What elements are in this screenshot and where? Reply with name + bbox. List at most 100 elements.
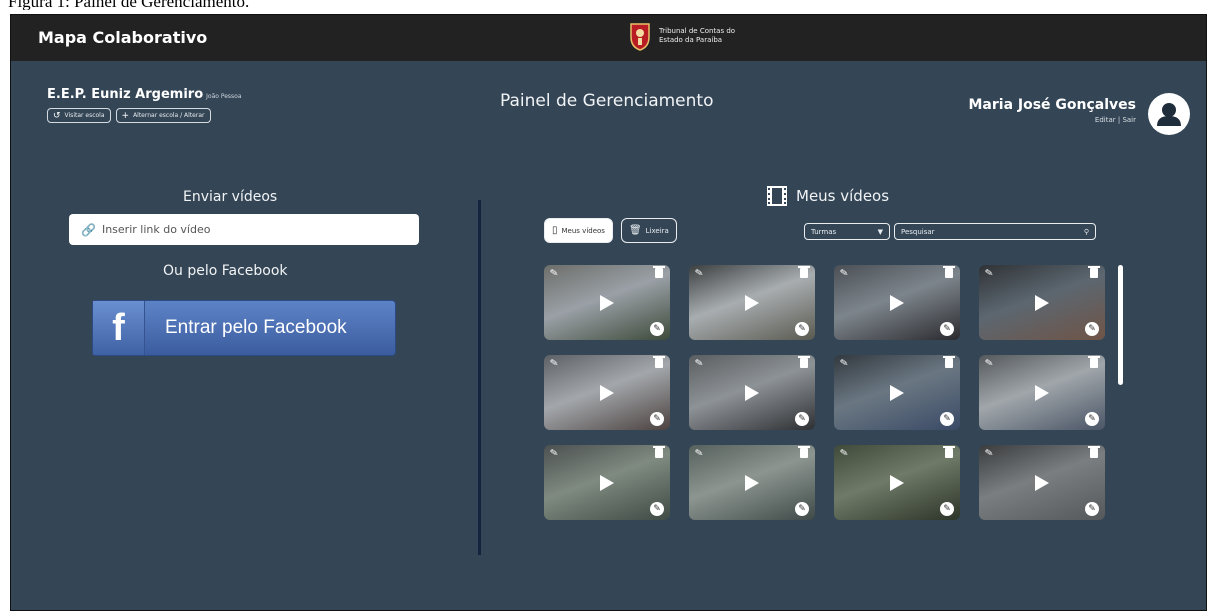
- edit-icon[interactable]: ✎: [650, 322, 664, 336]
- pencil-icon[interactable]: ✎: [839, 267, 849, 279]
- phone-icon: ▯: [552, 225, 558, 236]
- top-bar: Mapa Colaborativo Tribunal de Contas do …: [11, 15, 1206, 61]
- brand-title[interactable]: Mapa Colaborativo: [38, 28, 207, 47]
- school-block: E.E.P. Euniz Argemiro João Pessoa ↺ Visit…: [47, 87, 242, 123]
- edit-icon[interactable]: ✎: [795, 412, 809, 426]
- facebook-login-button[interactable]: f Entrar pelo Facebook: [92, 300, 396, 356]
- pencil-icon[interactable]: ✎: [839, 357, 849, 369]
- upload-title: Enviar vídeos: [183, 189, 278, 205]
- pencil-icon[interactable]: ✎: [984, 447, 994, 459]
- tce-logo-text: Tribunal de Contas do Estado da Paraíba: [659, 27, 736, 44]
- video-thumbnail[interactable]: ✎ ✎: [834, 445, 960, 520]
- edit-icon[interactable]: ✎: [1085, 502, 1099, 516]
- pencil-icon[interactable]: ✎: [984, 267, 994, 279]
- trash-icon[interactable]: [653, 446, 665, 458]
- edit-icon[interactable]: ✎: [940, 412, 954, 426]
- figure-caption: Figura 1: Painel de Gerenciamento.: [8, 0, 250, 10]
- edit-icon[interactable]: ✎: [940, 322, 954, 336]
- edit-icon[interactable]: ✎: [650, 412, 664, 426]
- video-thumbnail[interactable]: ✎ ✎: [979, 445, 1105, 520]
- plus-icon: +: [121, 110, 130, 121]
- link-icon: 🔗: [81, 222, 96, 237]
- trash-icon[interactable]: [943, 266, 955, 278]
- search-icon: ⚲: [1083, 227, 1089, 236]
- video-thumbnail[interactable]: ✎ ✎: [689, 445, 815, 520]
- trash-icon[interactable]: [1088, 356, 1100, 368]
- video-thumbnail[interactable]: ✎ ✎: [979, 355, 1105, 430]
- school-name-text: E.E.P. Euniz Argemiro: [47, 87, 204, 102]
- edit-icon[interactable]: ✎: [650, 502, 664, 516]
- video-thumbnail[interactable]: ✎ ✎: [689, 355, 815, 430]
- trash-icon[interactable]: [943, 356, 955, 368]
- trash-icon[interactable]: [798, 266, 810, 278]
- video-thumbnail[interactable]: ✎ ✎: [544, 445, 670, 520]
- pencil-icon[interactable]: ✎: [694, 447, 704, 459]
- play-icon[interactable]: [890, 384, 904, 401]
- edit-icon[interactable]: ✎: [1085, 412, 1099, 426]
- play-icon[interactable]: [1035, 474, 1049, 491]
- edit-icon[interactable]: ✎: [940, 502, 954, 516]
- user-links[interactable]: Editar | Sair: [968, 116, 1136, 124]
- edit-icon[interactable]: ✎: [1085, 322, 1099, 336]
- video-thumbnail[interactable]: ✎ ✎: [544, 265, 670, 340]
- play-icon[interactable]: [600, 384, 614, 401]
- trash-icon[interactable]: [1088, 446, 1100, 458]
- pencil-icon[interactable]: ✎: [694, 357, 704, 369]
- switch-school-button[interactable]: + Alternar escola / Alterar: [115, 108, 211, 123]
- grid-scrollbar[interactable]: [1118, 265, 1123, 385]
- video-tabs: ▯ Meus vídeos 🗑 Lixeira: [544, 218, 677, 243]
- trash-icon[interactable]: [798, 446, 810, 458]
- pencil-icon[interactable]: ✎: [549, 447, 559, 459]
- trash-icon[interactable]: [1088, 266, 1100, 278]
- facebook-icon: f: [112, 306, 125, 349]
- avatar[interactable]: [1148, 93, 1190, 135]
- video-link-input[interactable]: [101, 223, 402, 236]
- edit-icon[interactable]: ✎: [795, 502, 809, 516]
- tab-my-videos-label: Meus vídeos: [561, 226, 605, 235]
- page-title: Painel de Gerenciamento: [500, 91, 714, 111]
- video-thumbnail[interactable]: ✎ ✎: [834, 355, 960, 430]
- search-field[interactable]: Pesquisar ⚲: [894, 223, 1096, 240]
- play-icon[interactable]: [745, 384, 759, 401]
- play-icon[interactable]: [600, 474, 614, 491]
- pencil-icon[interactable]: ✎: [549, 357, 559, 369]
- panel-divider: [478, 200, 481, 555]
- video-thumbnail[interactable]: ✎ ✎: [689, 265, 815, 340]
- videos-heading-text: Meus vídeos: [796, 187, 890, 205]
- tab-trash[interactable]: 🗑 Lixeira: [620, 218, 677, 243]
- play-icon[interactable]: [1035, 384, 1049, 401]
- video-thumbnail[interactable]: ✎ ✎: [544, 355, 670, 430]
- trash-icon[interactable]: [653, 356, 665, 368]
- video-thumbnail[interactable]: ✎ ✎: [979, 265, 1105, 340]
- play-icon[interactable]: [745, 294, 759, 311]
- trash-icon[interactable]: [653, 266, 665, 278]
- tab-my-videos[interactable]: ▯ Meus vídeos: [544, 218, 613, 243]
- trash-icon[interactable]: [943, 446, 955, 458]
- videos-heading: Meus vídeos: [766, 185, 889, 207]
- video-link-field[interactable]: 🔗: [69, 214, 419, 245]
- play-icon[interactable]: [890, 474, 904, 491]
- pencil-icon[interactable]: ✎: [984, 357, 994, 369]
- class-select[interactable]: Turmas ▼: [804, 223, 890, 240]
- tab-trash-label: Lixeira: [645, 226, 669, 235]
- app-window: Mapa Colaborativo Tribunal de Contas do …: [10, 14, 1207, 611]
- school-buttons: ↺ Visitar escola + Alternar escola / Alt…: [47, 108, 242, 123]
- play-icon[interactable]: [600, 294, 614, 311]
- edit-icon[interactable]: ✎: [795, 322, 809, 336]
- or-facebook-label: Ou pelo Facebook: [163, 263, 288, 279]
- pencil-icon[interactable]: ✎: [549, 267, 559, 279]
- class-select-value: Turmas: [811, 227, 837, 236]
- visit-school-button[interactable]: ↺ Visitar escola: [47, 108, 111, 123]
- pencil-icon[interactable]: ✎: [694, 267, 704, 279]
- crest-icon: [630, 23, 650, 51]
- trash-icon[interactable]: [798, 356, 810, 368]
- caret-down-icon: ▼: [877, 227, 883, 236]
- facebook-logo-box: f: [93, 301, 145, 355]
- pencil-icon[interactable]: ✎: [839, 447, 849, 459]
- switch-school-label: Alternar escola / Alterar: [133, 112, 205, 119]
- play-icon[interactable]: [745, 474, 759, 491]
- trash-icon: 🗑: [628, 225, 642, 236]
- play-icon[interactable]: [890, 294, 904, 311]
- video-thumbnail[interactable]: ✎ ✎: [834, 265, 960, 340]
- play-icon[interactable]: [1035, 294, 1049, 311]
